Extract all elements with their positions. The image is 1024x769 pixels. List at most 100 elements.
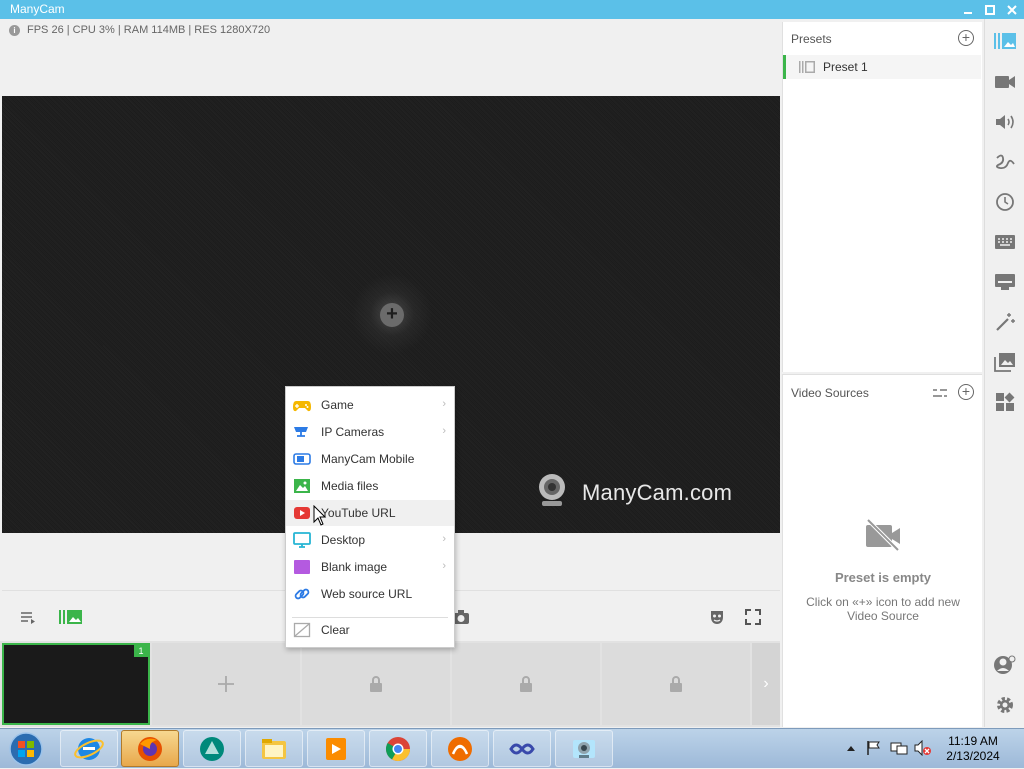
mobile-icon [293,453,311,465]
close-button[interactable] [1001,0,1023,19]
drawing-rail-button[interactable] [993,150,1017,174]
list-settings-icon[interactable] [932,387,948,399]
camera-off-icon [866,518,900,552]
menu-label: Blank image [321,560,388,574]
fullscreen-button[interactable] [743,607,763,627]
title-bar: ManyCam [0,0,1024,19]
scenes-next-button[interactable]: › [752,643,780,725]
mask-icon [711,611,723,624]
windows-logo-icon [9,732,43,766]
taskbar-file-explorer[interactable] [245,730,303,767]
scenes-strip: 1 › [0,641,780,727]
green-app-icon [200,736,224,761]
windows-taskbar: 11:19 AM 2/13/2024 [0,728,1024,768]
taskbar-media-player[interactable] [307,730,365,767]
lower-thirds-rail-button[interactable] [993,270,1017,294]
menu-label: Game [321,398,354,412]
scene-thumbnail-active[interactable]: 1 [2,643,150,725]
taskbar-orange-app[interactable] [431,730,489,767]
account-rail-button[interactable] [993,653,1017,677]
taskbar-firefox[interactable] [121,730,179,767]
internet-explorer-icon [74,737,104,760]
action-center-flag-icon[interactable] [866,740,882,756]
menu-item-clear[interactable]: Clear [286,617,454,643]
video-camera-icon [995,76,1015,88]
menu-item-desktop[interactable]: Desktop › [286,527,454,553]
folder-icon [262,738,286,759]
taskbar-app-green[interactable] [183,730,241,767]
taskbar-chrome[interactable] [369,730,427,767]
locked-scene-slot[interactable] [452,643,600,725]
menu-item-media-files[interactable]: Media files [286,473,454,499]
speaker-icon [996,115,1014,129]
playlist-button[interactable] [18,607,38,627]
preset-item[interactable]: Preset 1 [783,55,981,79]
link-icon [294,588,310,600]
video-rail-button[interactable] [993,70,1017,94]
blank-image-icon [294,560,310,574]
layers-button[interactable] [58,607,84,627]
menu-item-blank-image[interactable]: Blank image › [286,554,454,580]
manycam-window: ManyCam i FPS 26 | CPU 3% | RAM 114MB | … [0,0,1024,768]
maximize-button[interactable] [979,0,1001,19]
watermark-text: ManyCam.com [582,480,733,505]
clear-icon [293,622,311,638]
show-hidden-icons-icon[interactable] [846,744,856,752]
volume-muted-icon[interactable] [914,740,932,756]
locked-scene-slot[interactable] [602,643,750,725]
menu-item-game[interactable]: Game › [286,392,454,418]
orange-app-icon [448,736,472,761]
taskbar-manycam[interactable] [555,730,613,767]
menu-item-web-source-url[interactable]: Web source URL [286,581,454,607]
taskbar-internet-explorer[interactable] [60,730,118,767]
effects-rail-button[interactable] [993,310,1017,334]
lock-icon [670,676,682,692]
taskbar-clock[interactable]: 11:19 AM 2/13/2024 [940,734,1006,764]
media-rail-button[interactable] [993,350,1017,374]
scene-number-badge: 1 [134,645,148,657]
settings-rail-button[interactable] [993,693,1017,717]
add-video-source-button[interactable]: + [958,384,974,400]
audio-rail-button[interactable] [993,110,1017,134]
clock-icon [996,193,1014,211]
presets-icon [994,33,1016,49]
infinity-icon [509,743,535,754]
user-icon [994,655,1016,674]
add-scene-button[interactable] [152,643,300,725]
locked-scene-slot[interactable] [302,643,450,725]
taskbar-infinity-app[interactable] [493,730,551,767]
image-icon [294,479,310,493]
menu-label: Web source URL [321,587,413,601]
plus-icon [218,676,234,692]
hotkeys-rail-button[interactable] [993,230,1017,254]
masks-button[interactable] [707,607,727,627]
info-icon[interactable]: i [9,25,20,36]
playlist-icon [21,612,35,624]
presets-rail-button[interactable] [993,29,1017,53]
mouse-cursor-icon [313,505,327,526]
menu-item-manycam-mobile[interactable]: ManyCam Mobile [286,446,454,472]
add-source-icon[interactable]: + [380,303,404,327]
presets-header: Presets [791,32,832,46]
empty-preset-hint: Click on «+» icon to add new Video Sourc… [806,595,960,623]
menu-label: IP Cameras [321,425,385,439]
menu-item-ip-cameras[interactable]: IP Cameras › [286,419,454,445]
clock-date: 2/13/2024 [946,749,1000,763]
menu-item-youtube-url[interactable]: YouTube URL [286,500,454,526]
video-sources-header: Video Sources [791,386,869,400]
presets-panel: Presets + Preset 1 [782,22,982,372]
right-icon-rail [984,19,1024,727]
gamepad-icon [293,401,311,412]
widgets-icon [996,392,1015,411]
menu-label: ManyCam Mobile [321,452,415,466]
scenes-icon [59,610,82,624]
youtube-icon [294,507,310,519]
time-rail-button[interactable] [993,190,1017,214]
minimize-button[interactable] [957,0,979,19]
start-button[interactable] [4,731,48,767]
chrome-icon [385,736,410,761]
chevron-right-icon: › [763,675,769,692]
network-icon[interactable] [890,740,908,756]
integrations-rail-button[interactable] [993,390,1017,414]
add-preset-button[interactable]: + [958,30,974,46]
